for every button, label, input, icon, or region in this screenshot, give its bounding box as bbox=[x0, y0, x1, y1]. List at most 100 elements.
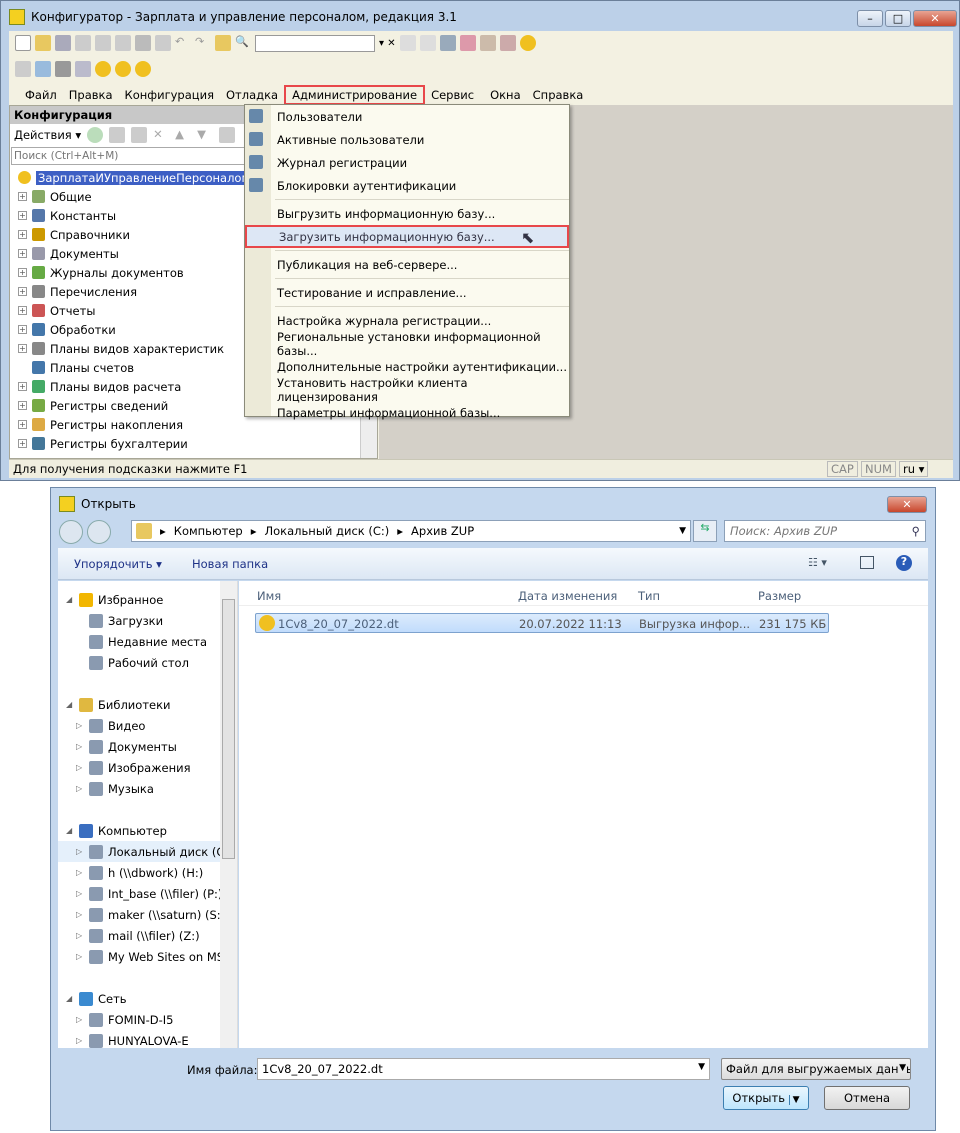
expand-icon[interactable]: + bbox=[18, 306, 27, 315]
breadcrumb-folder[interactable]: Архив ZUP bbox=[411, 524, 474, 538]
expand-icon[interactable]: + bbox=[18, 325, 27, 334]
expand-icon[interactable]: + bbox=[18, 401, 27, 410]
nav-item[interactable]: ▷ Документы bbox=[58, 736, 237, 757]
windows-icon[interactable] bbox=[439, 35, 456, 51]
find-next-icon[interactable] bbox=[399, 35, 416, 51]
run-debug-icon[interactable] bbox=[95, 61, 111, 77]
print-icon[interactable] bbox=[135, 35, 151, 51]
copy-item-icon[interactable] bbox=[131, 127, 148, 143]
expand-icon[interactable]: + bbox=[18, 344, 27, 353]
copy-icon[interactable] bbox=[95, 35, 111, 51]
nav-item[interactable]: Рабочий стол bbox=[58, 652, 237, 673]
expand-icon[interactable]: + bbox=[18, 382, 27, 391]
view-options-icon[interactable]: ☷ ▾ bbox=[808, 556, 827, 569]
search-icon[interactable]: 🔍 bbox=[235, 35, 251, 51]
assistant-icon[interactable] bbox=[459, 35, 476, 51]
search-combo[interactable] bbox=[255, 34, 375, 52]
add-icon[interactable] bbox=[87, 127, 104, 143]
nav-group[interactable]: ◢ Сеть bbox=[58, 988, 237, 1009]
paste-icon[interactable] bbox=[115, 35, 131, 51]
expand-icon[interactable]: + bbox=[18, 268, 27, 277]
delete-icon[interactable]: ✕ bbox=[153, 127, 169, 143]
preview-pane-icon[interactable] bbox=[860, 556, 874, 569]
expand-icon[interactable]: + bbox=[18, 192, 27, 201]
actions-menu[interactable]: Действия ▾ bbox=[14, 128, 81, 142]
run-mode-icon[interactable] bbox=[135, 61, 151, 77]
nav-item[interactable]: ▷ h (\\dbwork) (H:) bbox=[58, 862, 237, 883]
expand-icon[interactable]: + bbox=[18, 287, 27, 296]
menu-debug[interactable]: Отладка bbox=[220, 88, 284, 102]
address-dropdown-icon[interactable]: ▼ bbox=[679, 526, 686, 536]
nav-item[interactable]: Недавние места bbox=[58, 631, 237, 652]
tree-item[interactable]: + Регистры бухгалтерии bbox=[10, 434, 377, 453]
file-row[interactable]: 1Cv8_20_07_2022.dt 20.07.2022 11:13 Выгр… bbox=[255, 613, 829, 633]
expand-icon[interactable]: + bbox=[18, 420, 27, 429]
cut-icon[interactable] bbox=[75, 35, 91, 51]
clear-search-icon[interactable]: ▾ ✕ bbox=[379, 38, 396, 49]
menu-item[interactable]: Параметры информационной базы... bbox=[245, 401, 569, 424]
menu-item[interactable]: Выгрузить информационную базу... bbox=[245, 202, 569, 225]
undo-icon[interactable]: ↶ bbox=[175, 35, 191, 51]
close-button[interactable]: ✕ bbox=[913, 10, 957, 27]
database-icon[interactable] bbox=[55, 61, 71, 77]
nav-scrollbar[interactable] bbox=[220, 581, 237, 1048]
menu-service[interactable]: Сервис bbox=[425, 88, 480, 102]
menu-windows[interactable]: Окна bbox=[484, 88, 527, 102]
breadcrumb-disk[interactable]: Локальный диск (C:) bbox=[265, 524, 390, 538]
nav-item[interactable]: ▷ Видео bbox=[58, 715, 237, 736]
search-input[interactable] bbox=[11, 147, 246, 165]
menu-item[interactable]: Региональные установки информационной ба… bbox=[245, 330, 569, 358]
nav-item[interactable]: ▷ Локальный диск (C:) bbox=[58, 841, 237, 862]
syntax-help-icon[interactable] bbox=[499, 35, 516, 51]
move-down-icon[interactable]: ▼ bbox=[197, 127, 213, 143]
run-icon[interactable] bbox=[115, 61, 131, 77]
nav-item[interactable]: ▷ Музыка bbox=[58, 778, 237, 799]
nav-item[interactable]: ▷ mail (\\filer) (Z:) bbox=[58, 925, 237, 946]
open-button[interactable]: Открыть ▼ bbox=[723, 1086, 809, 1110]
address-bar[interactable]: ▸ Компьютер ▸ Локальный диск (C:) ▸ Архив Z… bbox=[131, 520, 691, 542]
menu-help[interactable]: Справка bbox=[527, 88, 590, 102]
nav-item[interactable]: ▷ FOMIN-D-I5 bbox=[58, 1009, 237, 1030]
breadcrumb-computer[interactable]: Компьютер bbox=[174, 524, 243, 538]
expand-icon[interactable]: + bbox=[18, 230, 27, 239]
menu-item[interactable]: Активные пользователи bbox=[245, 128, 569, 151]
help-icon[interactable] bbox=[479, 35, 496, 51]
menu-item[interactable]: Тестирование и исправление... bbox=[245, 281, 569, 304]
edit-icon[interactable] bbox=[109, 127, 126, 143]
menu-edit[interactable]: Правка bbox=[63, 88, 119, 102]
preview-icon[interactable] bbox=[155, 35, 171, 51]
help-icon[interactable]: ? bbox=[896, 555, 912, 571]
find-in-folder-icon[interactable] bbox=[215, 35, 231, 51]
search-box[interactable]: Поиск: Архив ZUP ⚲ bbox=[724, 520, 926, 542]
nav-item[interactable]: ▷ Изображения bbox=[58, 757, 237, 778]
maximize-button[interactable]: □ bbox=[885, 10, 911, 27]
column-size[interactable]: Размер bbox=[758, 589, 801, 603]
redo-icon[interactable]: ↷ bbox=[195, 35, 211, 51]
menu-file[interactable]: Файл bbox=[19, 88, 63, 102]
expand-icon[interactable]: + bbox=[18, 249, 27, 258]
column-date[interactable]: Дата изменения bbox=[518, 589, 617, 603]
nav-item[interactable]: ▷ Int_base (\\filer) (P:) bbox=[58, 883, 237, 904]
menu-item[interactable]: Блокировки аутентификации bbox=[245, 174, 569, 197]
form-icon[interactable] bbox=[75, 61, 91, 77]
compare-icon[interactable] bbox=[35, 61, 51, 77]
nav-item[interactable]: ▷ maker (\\saturn) (S:) bbox=[58, 904, 237, 925]
menu-configuration[interactable]: Конфигурация bbox=[119, 88, 220, 102]
back-button[interactable] bbox=[59, 520, 83, 544]
forward-button[interactable] bbox=[87, 520, 111, 544]
expand-icon[interactable]: + bbox=[18, 439, 27, 448]
file-type-filter[interactable]: Файл для выгружаемых данны ▼ bbox=[721, 1058, 911, 1080]
language-selector[interactable]: ru ▾ bbox=[899, 461, 929, 477]
dialog-close-button[interactable]: ✕ bbox=[887, 496, 927, 513]
save-icon[interactable] bbox=[55, 35, 71, 51]
nav-item[interactable]: Загрузки bbox=[58, 610, 237, 631]
nav-group[interactable]: ◢ Библиотеки bbox=[58, 694, 237, 715]
menu-item[interactable]: Пользователи bbox=[245, 105, 569, 128]
minimize-button[interactable]: – bbox=[857, 10, 883, 27]
filename-input[interactable]: 1Cv8_20_07_2022.dt ▼ bbox=[257, 1058, 710, 1080]
menu-item[interactable]: Публикация на веб-сервере... bbox=[245, 253, 569, 276]
new-icon[interactable] bbox=[15, 35, 31, 51]
column-name[interactable]: Имя bbox=[257, 589, 281, 603]
menu-item[interactable]: Установить настройки клиента лицензирова… bbox=[245, 376, 569, 404]
column-type[interactable]: Тип bbox=[638, 589, 660, 603]
